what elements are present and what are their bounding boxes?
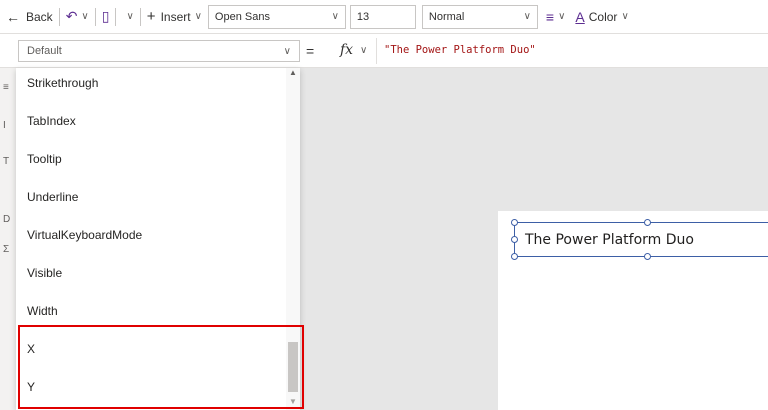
align-icon: ≡ — [545, 8, 555, 25]
chevron-down-icon[interactable]: ∨ — [360, 45, 367, 56]
property-option-x[interactable]: X — [16, 330, 284, 368]
option-label: Y — [27, 380, 36, 394]
property-option-virtualkeyboardmode[interactable]: VirtualKeyboardMode — [16, 216, 284, 254]
insert-label: Insert — [160, 9, 191, 24]
fx-icon[interactable]: fx — [340, 42, 353, 58]
property-value: Default — [27, 45, 62, 57]
toolbar-divider — [58, 7, 60, 26]
label-control[interactable]: The Power Platform Duo — [514, 222, 768, 257]
clipboard-icon: ▯ — [101, 8, 110, 24]
chevron-down-icon: ∨ — [194, 11, 202, 22]
arrow-left-icon: ← — [6, 8, 20, 25]
plus-icon: + — [146, 8, 156, 25]
insert-button[interactable]: + Insert ∨ — [147, 4, 202, 30]
resize-handle[interactable] — [644, 219, 651, 226]
formula-input[interactable]: "The Power Platform Duo" — [384, 44, 536, 56]
font-weight-value: Normal — [428, 10, 465, 23]
option-label: Tooltip — [27, 152, 62, 166]
text-color-icon: A — [575, 8, 585, 25]
resize-handle[interactable] — [511, 253, 518, 260]
tree-view-strip: ≡ I T D Σ — [0, 68, 16, 410]
property-option-tooltip[interactable]: Tooltip — [16, 140, 284, 178]
label-text: The Power Platform Duo — [525, 231, 694, 248]
chevron-down-icon: ∨ — [81, 11, 89, 22]
resize-handle[interactable] — [644, 253, 651, 260]
option-label: VirtualKeyboardMode — [27, 228, 143, 242]
option-label: Strikethrough — [27, 76, 99, 90]
toolbar-divider — [139, 7, 141, 26]
item-glyph: D — [3, 214, 11, 225]
resize-handle[interactable] — [511, 219, 518, 226]
chevron-down-icon: ∨ — [283, 45, 291, 57]
option-label: Underline — [27, 190, 79, 204]
resize-handle[interactable] — [511, 236, 518, 243]
font-weight-select[interactable]: Normal ∨ — [421, 4, 538, 29]
chevron-down-icon: ∨ — [621, 11, 629, 22]
back-label: Back — [26, 9, 53, 24]
color-label: Color — [588, 9, 618, 24]
chevron-down-icon: ∨ — [558, 11, 566, 22]
chevron-down-icon: ∨ — [523, 11, 531, 22]
dropdown-scrollbar[interactable]: ▲ ▼ — [286, 68, 300, 410]
font-family-value: Open Sans — [214, 10, 270, 23]
equals-sign: = — [306, 43, 315, 59]
back-button[interactable]: ← Back — [6, 4, 53, 30]
color-button[interactable]: A Color ∨ — [575, 4, 628, 30]
scroll-thumb[interactable] — [288, 342, 298, 392]
property-dropdown-list: Strikethrough TabIndex Tooltip Underline… — [16, 68, 300, 410]
option-label: X — [27, 342, 36, 356]
text-icon: T — [3, 156, 10, 167]
scroll-down-arrow-icon[interactable]: ▼ — [289, 397, 297, 406]
formula-bar: Default ∨ = fx ∨ "The Power Platform Duo… — [0, 34, 768, 68]
item-glyph: I — [3, 120, 6, 131]
option-label: Width — [27, 304, 58, 318]
property-option-tabindex[interactable]: TabIndex — [16, 102, 284, 140]
command-toolbar: ← Back ↶ ∨ ▯ ∨ + Insert ∨ Open Sans ∨ 13… — [0, 0, 768, 34]
paste-button[interactable]: ▯ — [102, 4, 110, 30]
property-option-visible[interactable]: Visible — [16, 254, 284, 292]
option-label: Visible — [27, 266, 63, 280]
item-glyph: Σ — [3, 244, 10, 255]
option-label: TabIndex — [27, 114, 76, 128]
menu-icon: ≡ — [3, 82, 9, 93]
font-family-select[interactable]: Open Sans ∨ — [207, 4, 346, 29]
font-size-input[interactable]: 13 — [349, 4, 416, 29]
divider — [376, 38, 377, 64]
property-select[interactable]: Default ∨ — [18, 40, 300, 62]
align-button[interactable]: ≡ ∨ — [546, 4, 566, 30]
property-option-underline[interactable]: Underline — [16, 178, 284, 216]
toolbar-divider — [115, 7, 117, 26]
property-option-y[interactable]: Y — [16, 368, 284, 406]
property-option-width[interactable]: Width — [16, 292, 284, 330]
font-size-value: 13 — [356, 10, 370, 23]
chevron-down-icon: ∨ — [126, 11, 134, 22]
chevron-down-icon: ∨ — [331, 11, 339, 22]
toolbar-divider — [94, 7, 96, 26]
undo-icon: ↶ — [65, 8, 78, 24]
scroll-up-arrow-icon[interactable]: ▲ — [289, 68, 297, 77]
property-option-strikethrough[interactable]: Strikethrough — [16, 68, 284, 102]
undo-button[interactable]: ↶ ∨ — [66, 4, 89, 30]
paste-options-button[interactable]: ∨ — [122, 4, 133, 30]
